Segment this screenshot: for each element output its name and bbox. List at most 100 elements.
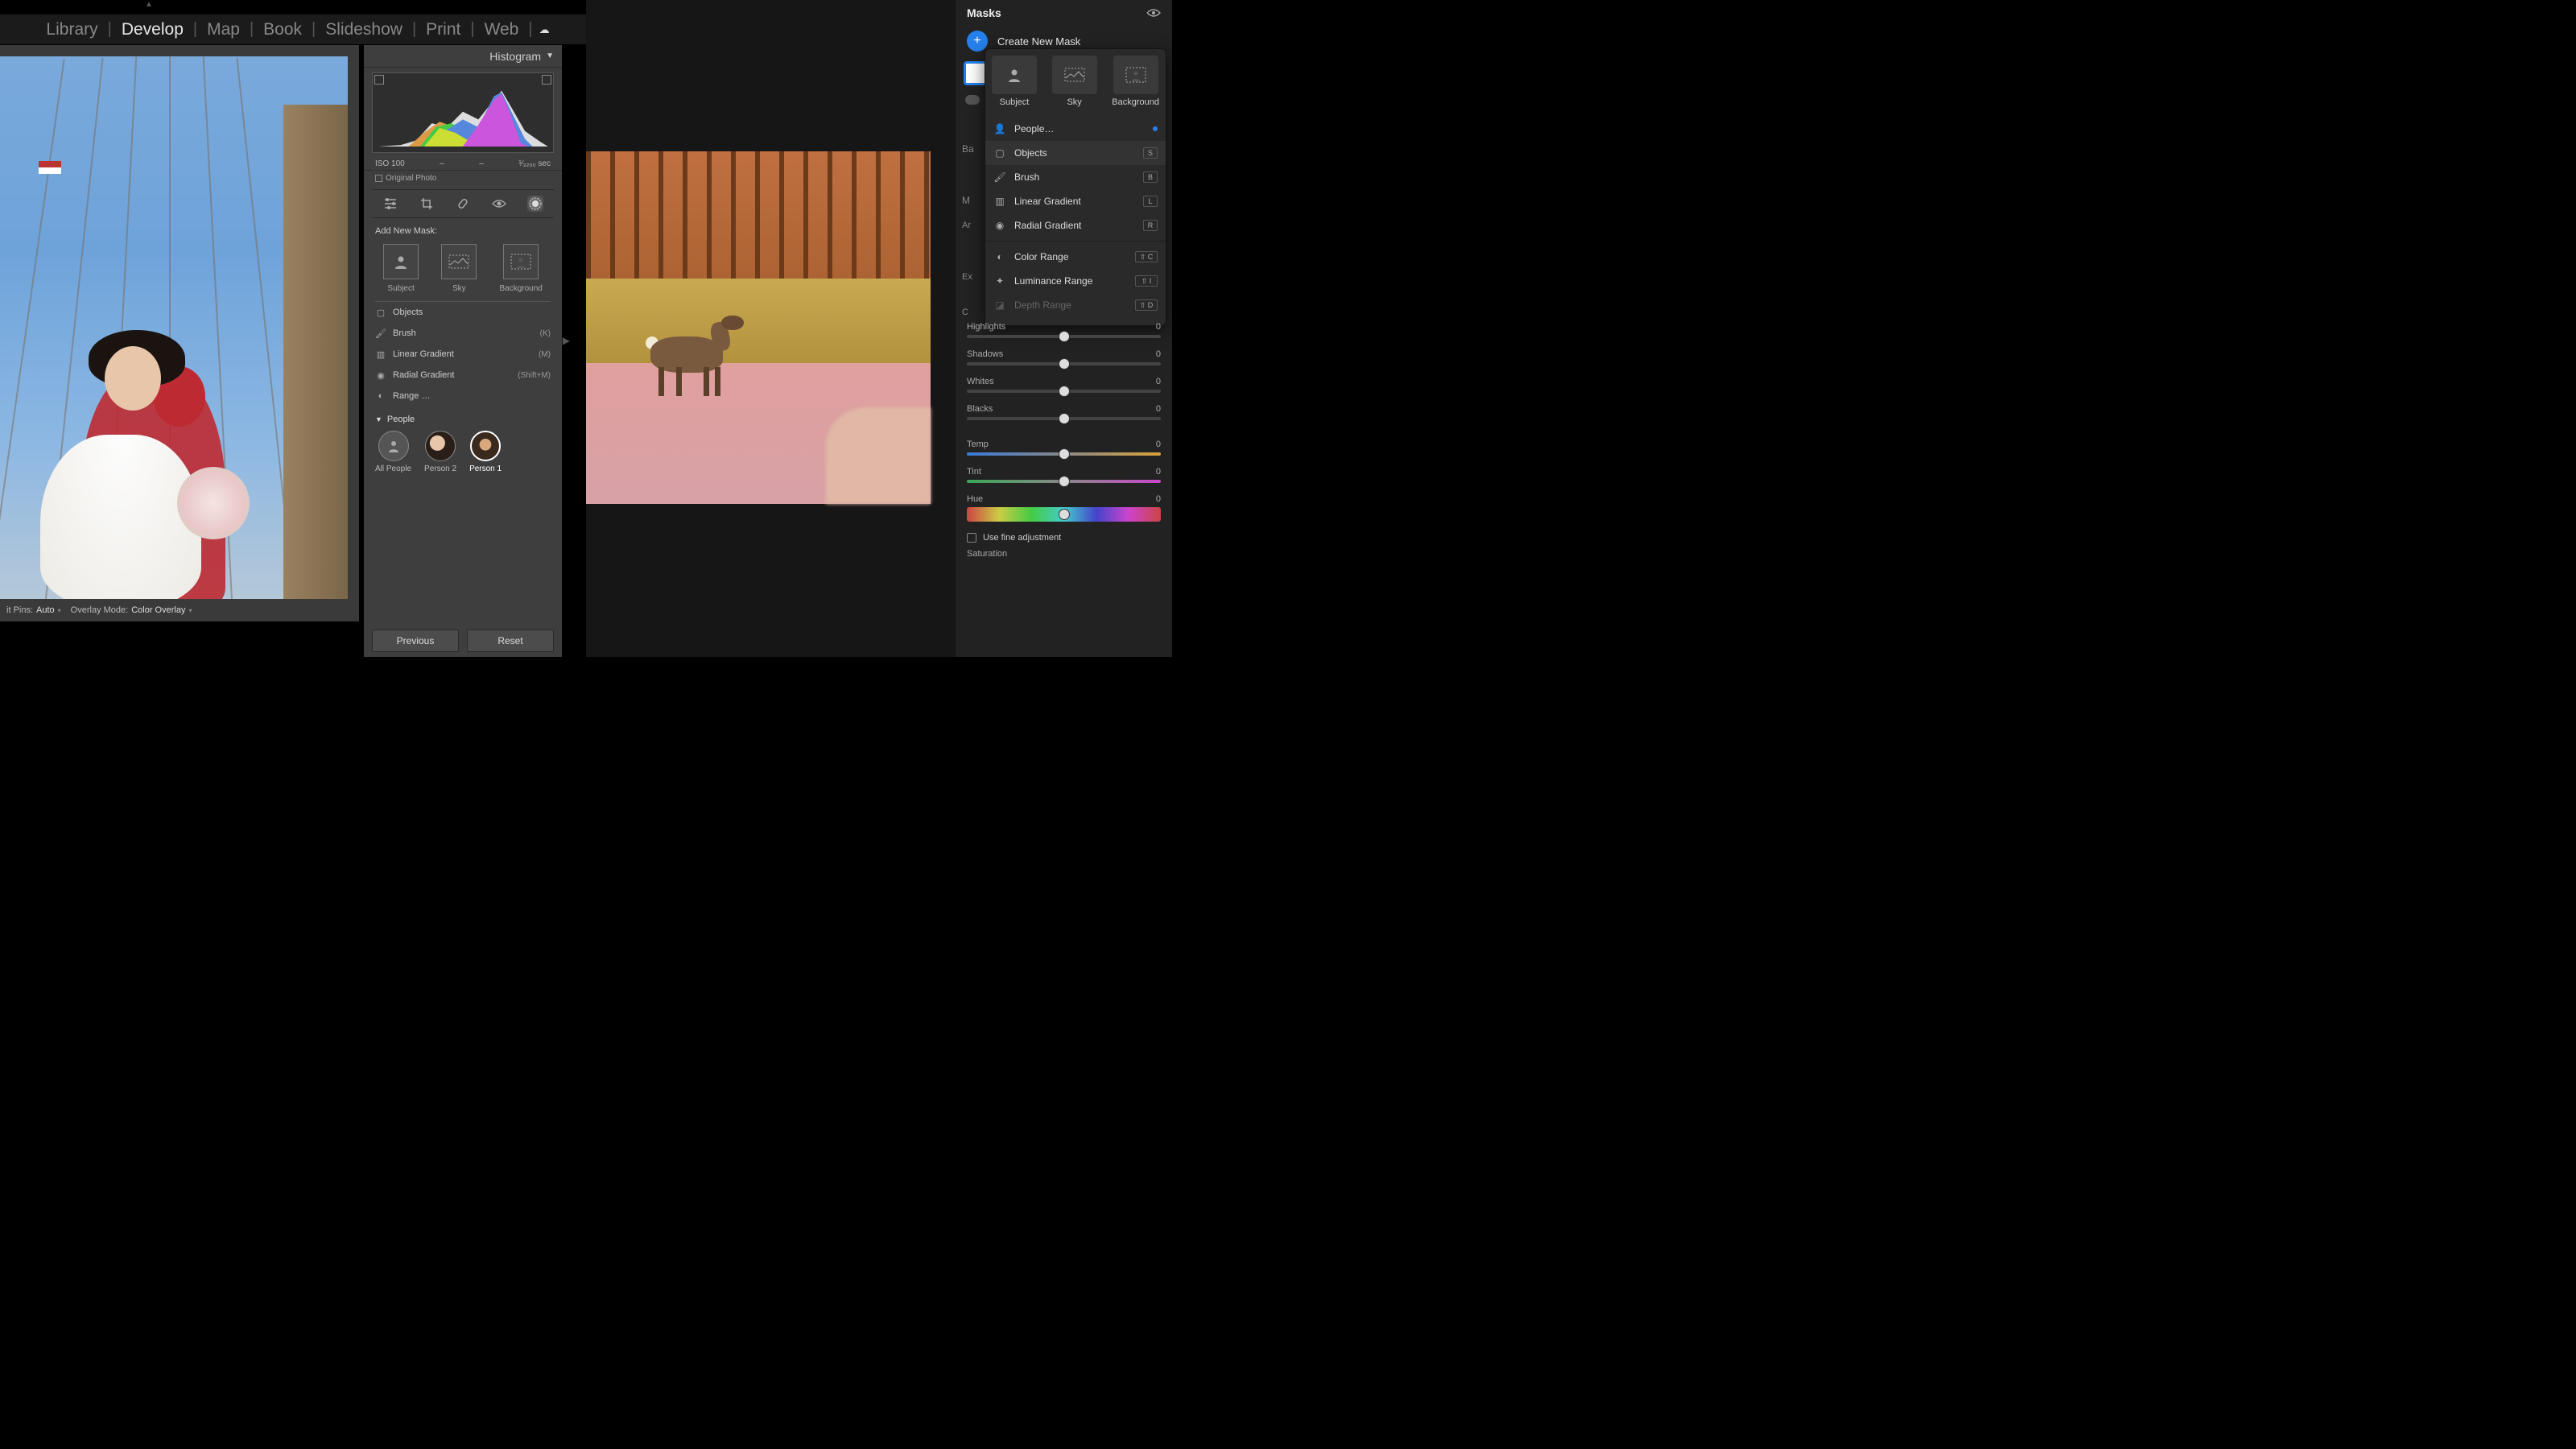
mask-toggle[interactable] [965, 95, 980, 105]
adjustment-sliders: Highlights0 Shadows0 Whites0 Blacks0 Tem… [967, 322, 1161, 559]
popup-row-brush[interactable]: 🖌BrushB [985, 165, 1166, 189]
module-book[interactable]: Book [254, 20, 312, 39]
lightroom-classic-window: ▲ Library| Develop| Map| Book| Slideshow… [0, 0, 586, 657]
original-photo-toggle[interactable]: Original Photo [364, 170, 562, 186]
right-panel-expand-handle[interactable]: ▶ [563, 335, 570, 346]
people-in-photo [32, 330, 225, 612]
mask-tile-sky[interactable]: Sky [441, 244, 477, 293]
reset-button[interactable]: Reset [467, 630, 554, 652]
edit-pins-value[interactable]: Auto [36, 605, 55, 615]
module-develop[interactable]: Develop [112, 20, 193, 39]
masking-icon[interactable] [527, 196, 543, 212]
preview-footer: it Pins: Auto▾ Overlay Mode: Color Overl… [0, 599, 359, 621]
module-library[interactable]: Library [36, 20, 107, 39]
histogram-graph [378, 85, 548, 147]
objects-icon: ▢ [993, 147, 1006, 159]
linear-gradient-icon: ▥ [993, 195, 1006, 208]
partial-label-ba: Ba [962, 143, 974, 155]
deer-subject [634, 320, 747, 401]
slider-hue[interactable]: Hue0 [967, 494, 1161, 522]
crop-icon[interactable] [419, 196, 435, 212]
linear-gradient-icon: ▥ [375, 349, 386, 360]
partial-label-a: Ar [962, 221, 971, 230]
edit-pins-label: it Pins: [6, 605, 33, 615]
slider-temp[interactable]: Temp0 [967, 440, 1161, 456]
popup-row-color-range[interactable]: ◐Color Range⇧ C [985, 245, 1166, 269]
slider-shadows[interactable]: Shadows0 [967, 349, 1161, 365]
module-slideshow[interactable]: Slideshow [316, 20, 412, 39]
people-icon: 👤 [993, 122, 1006, 135]
cloud-sync-icon[interactable]: ☁ [539, 23, 550, 36]
basic-adjust-icon[interactable] [382, 196, 398, 212]
module-picker: Library| Develop| Map| Book| Slideshow| … [0, 14, 586, 45]
develop-tool-strip [372, 189, 554, 218]
popup-row-people[interactable]: 👤People… [985, 117, 1166, 141]
radial-gradient-icon: ◉ [993, 219, 1006, 232]
people-header[interactable]: ▼People [364, 407, 562, 427]
popup-row-linear[interactable]: ▥Linear GradientL [985, 189, 1166, 213]
histogram[interactable] [372, 72, 554, 153]
brush-icon: 🖌 [993, 171, 1006, 184]
mask-tile-subject[interactable]: Subject [383, 244, 419, 293]
develop-right-panel: Histogram▼ ISO 100 – – ¹⁄₃₂₀₀ sec Origin… [364, 45, 562, 657]
person-2[interactable]: Person 2 [424, 431, 456, 473]
cc-preview-image[interactable] [586, 151, 931, 504]
shadow-clip-icon[interactable] [374, 75, 384, 85]
slider-tint[interactable]: Tint0 [967, 467, 1161, 483]
cc-canvas-area [586, 151, 931, 504]
person-1[interactable]: Person 1 [469, 431, 502, 473]
redeye-icon[interactable] [491, 196, 507, 212]
overlay-mode-label: Overlay Mode: [71, 605, 129, 615]
popup-row-radial[interactable]: ◉Radial GradientR [985, 213, 1166, 237]
luminance-range-icon: ✦ [993, 275, 1006, 287]
loading-dot-icon [1153, 126, 1158, 131]
mask-tiles-row: Subject Sky Background [364, 241, 562, 293]
popup-tile-background[interactable]: Background [1112, 56, 1159, 107]
mask-row-objects[interactable]: ▢Objects [375, 302, 551, 323]
mask-row-brush[interactable]: 🖌Brush(K) [375, 323, 551, 344]
radial-gradient-icon: ◉ [375, 369, 386, 381]
lightroom-cc-window: Masks + Create New Mask Ba M Ar Ex C Sub… [586, 0, 1172, 657]
slider-highlights[interactable]: Highlights0 [967, 322, 1161, 338]
histogram-header[interactable]: Histogram▼ [364, 45, 562, 68]
panel-expand-arrow[interactable]: ▲ [145, 0, 153, 9]
partial-label-m: M [962, 195, 970, 206]
previous-button[interactable]: Previous [372, 630, 459, 652]
popup-row-luminance-range[interactable]: ✦Luminance Range⇧ I [985, 269, 1166, 293]
partial-label-e: Ex [962, 272, 972, 282]
overlay-mode-value[interactable]: Color Overlay [131, 605, 185, 615]
slider-blacks[interactable]: Blacks0 [967, 404, 1161, 420]
new-mask-popup: Subject Sky Background 👤People… ▢Objects… [985, 48, 1166, 326]
module-web[interactable]: Web [475, 20, 529, 39]
module-map[interactable]: Map [197, 20, 250, 39]
mask-options-list: ▢Objects 🖌Brush(K) ▥Linear Gradient(M) ◉… [375, 301, 551, 407]
aperture-value: – [440, 159, 444, 168]
popup-row-objects[interactable]: ▢ObjectsS [985, 141, 1166, 165]
healing-icon[interactable] [455, 196, 471, 212]
slider-whites[interactable]: Whites0 [967, 377, 1161, 393]
popup-tile-subject[interactable]: Subject [992, 56, 1037, 107]
mask-row-linear[interactable]: ▥Linear Gradient(M) [375, 344, 551, 365]
mask-row-radial[interactable]: ◉Radial Gradient(Shift+M) [375, 365, 551, 386]
depth-range-icon: ◪ [993, 299, 1006, 312]
partial-label-c: C [962, 308, 968, 317]
range-icon: ◐ [375, 390, 386, 402]
brush-icon: 🖌 [375, 328, 386, 339]
person-all[interactable]: All People [375, 431, 411, 473]
module-print[interactable]: Print [416, 20, 470, 39]
popup-row-depth-range: ◪Depth Range⇧ D [985, 293, 1166, 317]
panel-footer-buttons: Previous Reset [372, 630, 554, 652]
add-mask-label: Add New Mask: [364, 221, 562, 241]
popup-tile-sky[interactable]: Sky [1052, 56, 1097, 107]
fine-adjustment-checkbox[interactable]: Use fine adjustment [967, 533, 1161, 543]
shutter-value: ¹⁄₃₂₀₀ sec [518, 159, 551, 168]
visibility-icon[interactable] [1146, 8, 1161, 18]
people-row: All People Person 2 Person 1 [364, 427, 562, 477]
highlight-clip-icon[interactable] [542, 75, 551, 85]
mask-row-range[interactable]: ◐Range … [375, 386, 551, 407]
exif-row: ISO 100 – – ¹⁄₃₂₀₀ sec [364, 158, 562, 170]
preview-image[interactable] [0, 56, 348, 612]
iso-value: ISO 100 [375, 159, 405, 168]
mask-tile-background[interactable]: Background [500, 244, 543, 293]
color-range-icon: ◐ [993, 250, 1006, 263]
